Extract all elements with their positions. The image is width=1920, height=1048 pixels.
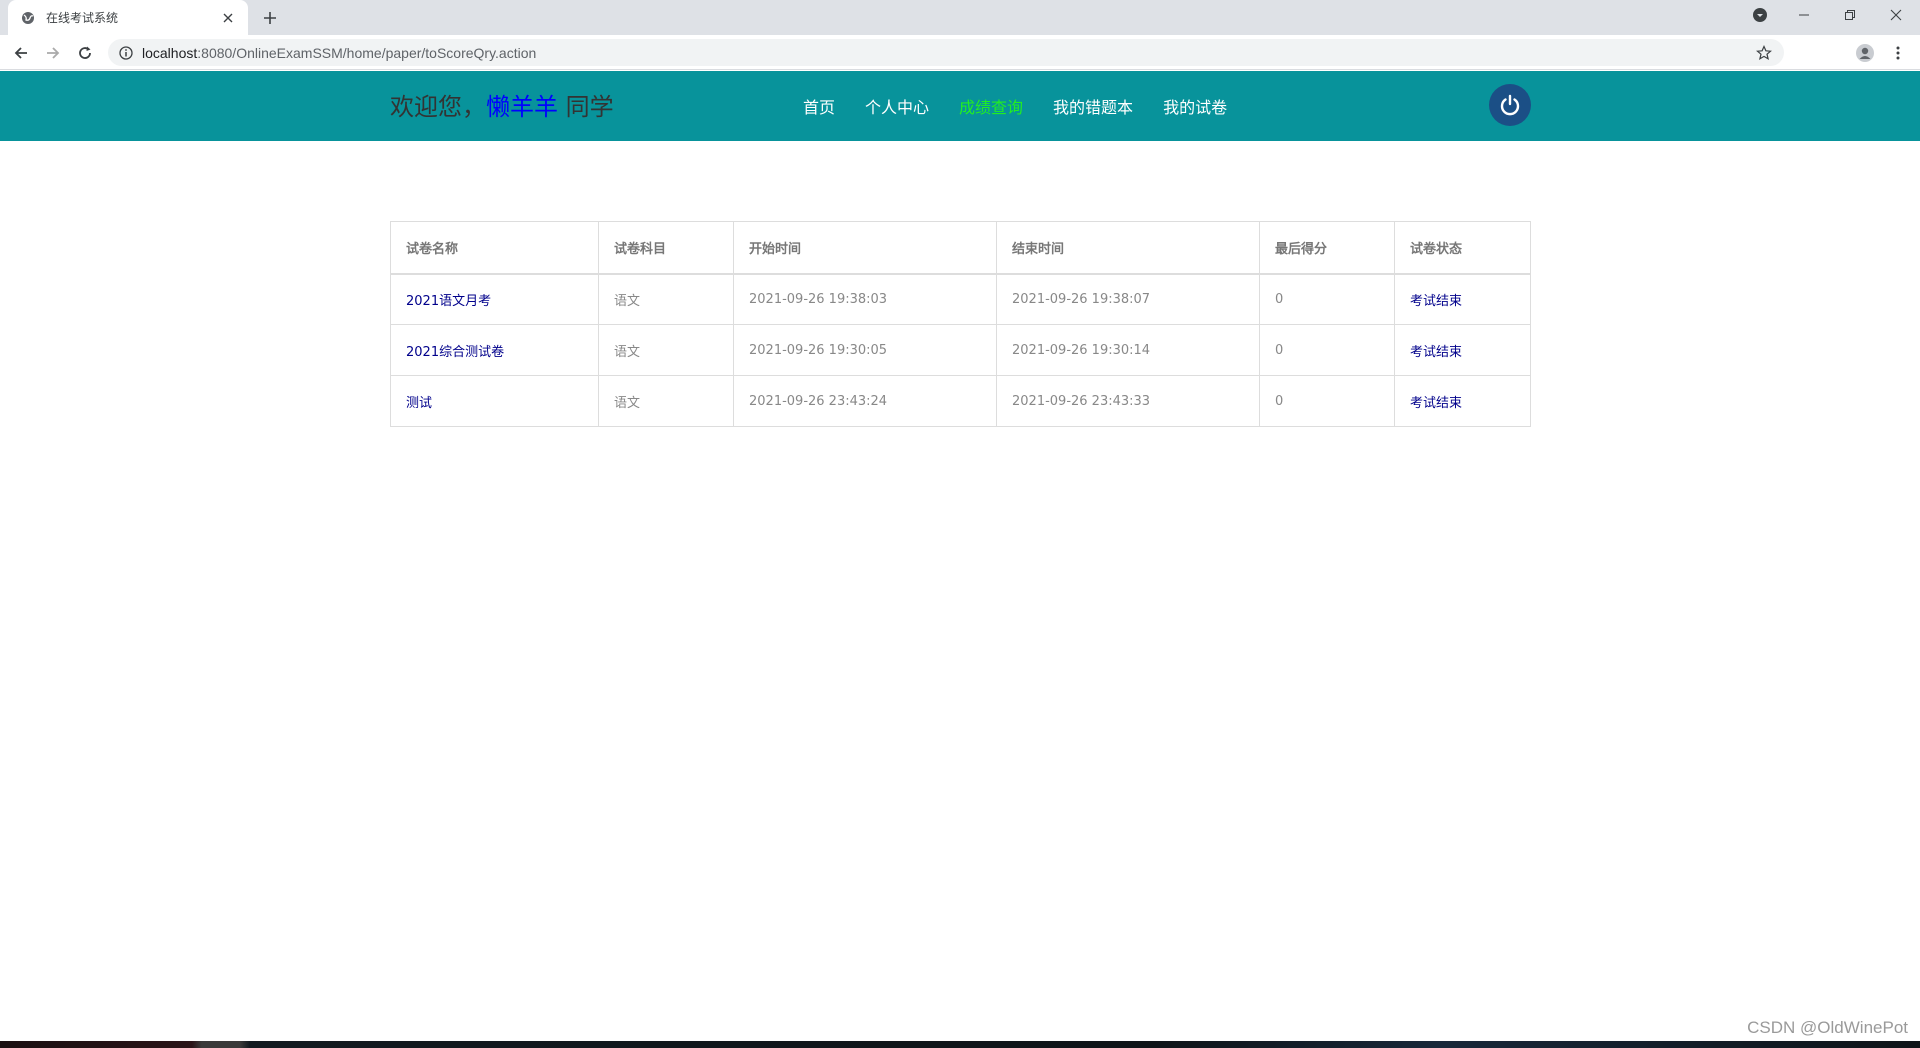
- browser-tab-bar: 在线考试系统: [0, 0, 1920, 35]
- score-table: 试卷名称 试卷科目 开始时间 结束时间 最后得分 试卷状态 2021语文月考 语…: [390, 221, 1531, 427]
- column-header: 试卷名称: [390, 221, 599, 274]
- site-header: 欢迎您，懒羊羊 同学 首页 个人中心 成绩查询 我的错题本 我的试卷: [0, 71, 1920, 141]
- browser-toolbar: localhost:8080/OnlineExamSSM/home/paper/…: [0, 35, 1920, 70]
- start-time-cell: 2021-09-26 19:38:03: [733, 273, 997, 325]
- table-header-row: 试卷名称 试卷科目 开始时间 结束时间 最后得分 试卷状态: [390, 221, 1531, 274]
- start-time-cell: 2021-09-26 19:30:05: [733, 324, 997, 376]
- profile-avatar-icon[interactable]: [1851, 39, 1879, 67]
- end-time-cell: 2021-09-26 23:43:33: [996, 375, 1260, 427]
- start-time-cell: 2021-09-26 23:43:24: [733, 375, 997, 427]
- info-icon[interactable]: [118, 45, 134, 61]
- browser-tab[interactable]: 在线考试系统: [8, 0, 248, 35]
- nav-my-papers[interactable]: 我的试卷: [1163, 94, 1227, 118]
- url-host: localhost: [142, 44, 198, 61]
- username: 懒羊羊: [486, 93, 558, 121]
- menu-icon[interactable]: [1884, 39, 1912, 67]
- minimize-icon[interactable]: [1782, 0, 1826, 30]
- globe-icon: [20, 10, 36, 26]
- bookmark-star-icon[interactable]: [1754, 43, 1774, 63]
- paper-name-link[interactable]: 测试: [390, 375, 599, 427]
- column-header: 结束时间: [996, 221, 1260, 274]
- watermark: CSDN @OldWinePot: [1747, 1018, 1908, 1037]
- welcome-message: 欢迎您，懒羊羊 同学: [390, 87, 614, 122]
- status-link[interactable]: 考试结束: [1394, 273, 1531, 325]
- score-cell: 0: [1259, 273, 1395, 325]
- power-icon: [1500, 94, 1520, 116]
- tab-search-icon[interactable]: [1738, 0, 1782, 30]
- column-header: 最后得分: [1259, 221, 1395, 274]
- table-row: 2021语文月考 语文 2021-09-26 19:38:03 2021-09-…: [390, 273, 1531, 325]
- welcome-prefix: 欢迎您，: [390, 93, 486, 121]
- desktop-taskbar-strip: [0, 1041, 1920, 1048]
- table-row: 测试 语文 2021-09-26 23:43:24 2021-09-26 23:…: [390, 375, 1531, 427]
- score-cell: 0: [1259, 324, 1395, 376]
- subject-cell: 语文: [598, 375, 734, 427]
- end-time-cell: 2021-09-26 19:38:07: [996, 273, 1260, 325]
- subject-cell: 语文: [598, 273, 734, 325]
- forward-icon[interactable]: [39, 39, 67, 67]
- score-cell: 0: [1259, 375, 1395, 427]
- new-tab-icon[interactable]: [258, 6, 282, 30]
- paper-name-link[interactable]: 2021语文月考: [390, 273, 599, 325]
- reload-icon[interactable]: [71, 39, 99, 67]
- status-link[interactable]: 考试结束: [1394, 324, 1531, 376]
- logout-power-button[interactable]: [1489, 84, 1531, 126]
- column-header: 开始时间: [733, 221, 997, 274]
- url-path: :8080/OnlineExamSSM/home/paper/toScoreQr…: [197, 44, 537, 61]
- nav-score-query[interactable]: 成绩查询: [959, 94, 1023, 118]
- welcome-suffix: 同学: [558, 93, 614, 121]
- nav-wrong-questions[interactable]: 我的错题本: [1053, 94, 1133, 118]
- table-row: 2021综合测试卷 语文 2021-09-26 19:30:05 2021-09…: [390, 324, 1531, 376]
- paper-name-link[interactable]: 2021综合测试卷: [390, 324, 599, 376]
- nav-home[interactable]: 首页: [803, 94, 835, 118]
- main-nav: 首页 个人中心 成绩查询 我的错题本 我的试卷: [803, 94, 1257, 118]
- column-header: 试卷科目: [598, 221, 734, 274]
- close-window-icon[interactable]: [1874, 0, 1918, 30]
- nav-personal-center[interactable]: 个人中心: [865, 94, 929, 118]
- end-time-cell: 2021-09-26 19:30:14: [996, 324, 1260, 376]
- subject-cell: 语文: [598, 324, 734, 376]
- column-header: 试卷状态: [1394, 221, 1531, 274]
- address-bar[interactable]: localhost:8080/OnlineExamSSM/home/paper/…: [108, 39, 1784, 66]
- back-icon[interactable]: [7, 39, 35, 67]
- status-link[interactable]: 考试结束: [1394, 375, 1531, 427]
- restore-icon[interactable]: [1828, 0, 1872, 30]
- tab-title: 在线考试系统: [46, 11, 119, 25]
- close-tab-icon[interactable]: [218, 8, 238, 28]
